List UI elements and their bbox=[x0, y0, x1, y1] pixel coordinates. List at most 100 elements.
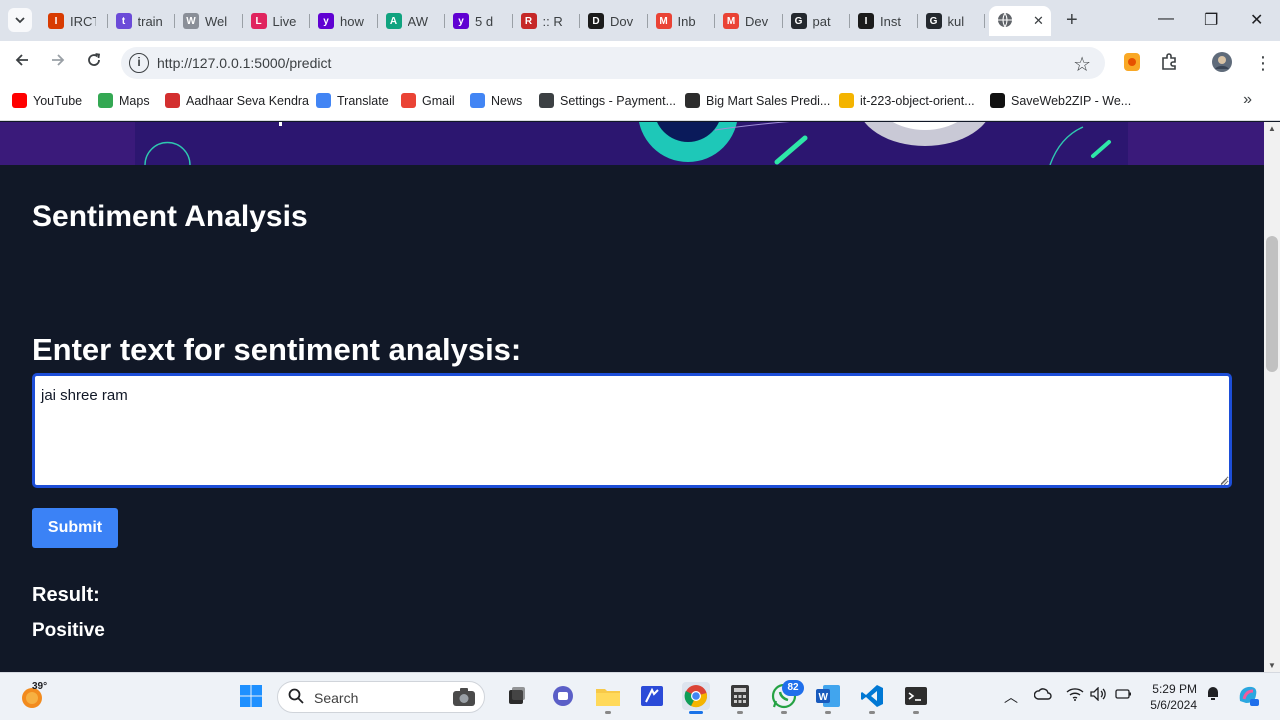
translate-icon bbox=[316, 93, 331, 108]
onedrive-icon[interactable] bbox=[1033, 687, 1052, 704]
file-explorer-button[interactable] bbox=[594, 682, 622, 714]
tab-2[interactable]: W Wel bbox=[175, 6, 243, 36]
bookmark-label: Maps bbox=[119, 93, 150, 108]
tray-overflow-icon[interactable]: ︿ bbox=[1004, 687, 1018, 707]
chrome-button[interactable] bbox=[682, 682, 710, 714]
drive-icon bbox=[839, 93, 854, 108]
yahoo-icon: y bbox=[318, 13, 334, 29]
vscode-button[interactable] bbox=[858, 682, 886, 714]
teams-chat-button[interactable] bbox=[549, 682, 577, 710]
submit-button[interactable]: Submit bbox=[32, 508, 118, 548]
url-text[interactable]: http://127.0.0.1:5000/predict bbox=[157, 55, 331, 71]
bookmark-label: SaveWeb2ZIP - We... bbox=[1011, 93, 1132, 108]
tab-search-button[interactable] bbox=[8, 8, 32, 32]
chat-icon bbox=[553, 686, 573, 706]
clock[interactable]: 5:29 PM 5/6/2024 bbox=[1150, 681, 1197, 713]
resize-handle-icon[interactable] bbox=[1218, 476, 1228, 486]
copilot-icon[interactable] bbox=[1236, 683, 1260, 710]
rocket-icon bbox=[990, 93, 1005, 108]
bookmark-label: it-223-object-orient... bbox=[860, 93, 975, 108]
restore-button[interactable]: ❐ bbox=[1204, 10, 1218, 30]
tab-active[interactable]: ✕ bbox=[989, 6, 1051, 36]
bookmark-7[interactable]: Big Mart Sales Predi... bbox=[685, 93, 830, 108]
bookmark-label: Translate bbox=[337, 93, 389, 108]
gmail-icon: M bbox=[723, 13, 739, 29]
task-view-icon bbox=[509, 687, 525, 704]
tab-7[interactable]: R:: R bbox=[513, 6, 581, 36]
back-arrow-icon bbox=[15, 54, 28, 66]
bookmark-1[interactable]: Maps bbox=[98, 93, 150, 108]
profile-avatar[interactable] bbox=[1211, 51, 1233, 78]
page-scrollbar[interactable]: ▲ ▼ bbox=[1264, 122, 1280, 672]
battery-icon[interactable] bbox=[1114, 687, 1132, 704]
github-icon: G bbox=[790, 13, 807, 29]
tab-list: IIRCTttrainWWelLLiveyhow A AW y5 dR:: RDDov… bbox=[40, 6, 1051, 36]
bookmarks-overflow-icon[interactable]: » bbox=[1243, 91, 1252, 109]
word-icon: W bbox=[816, 685, 840, 707]
extensions-puzzle-icon[interactable] bbox=[1160, 53, 1178, 76]
tab-1[interactable]: t train bbox=[108, 6, 176, 36]
tab-10[interactable]: M Dev bbox=[715, 6, 783, 36]
extension-icon[interactable] bbox=[1122, 51, 1142, 78]
bookmark-9[interactable]: SaveWeb2ZIP - We... bbox=[990, 93, 1131, 108]
r-icon: R bbox=[520, 13, 537, 29]
input-label: Enter text for sentiment analysis: bbox=[32, 332, 522, 367]
bookmark-8[interactable]: it-223-object-orient... bbox=[839, 93, 975, 108]
tab-6[interactable]: y 5 d bbox=[445, 6, 513, 36]
tab-12[interactable]: I Inst bbox=[850, 6, 918, 36]
bookmark-4[interactable]: Gmail bbox=[401, 93, 455, 108]
tab-title: Dev bbox=[745, 13, 769, 29]
notification-icon[interactable] bbox=[1205, 685, 1221, 704]
close-window-button[interactable]: ✕ bbox=[1250, 10, 1263, 30]
start-button[interactable] bbox=[237, 682, 265, 710]
back-button[interactable] bbox=[11, 52, 33, 73]
bookmark-label: Settings - Payment... bbox=[560, 93, 677, 108]
tab-title: AW bbox=[407, 13, 428, 29]
live-icon: L bbox=[250, 13, 267, 29]
bookmark-6[interactable]: Settings - Payment... bbox=[539, 93, 676, 108]
menu-kebab-icon[interactable]: ⋮ bbox=[1254, 53, 1272, 74]
calculator-button[interactable] bbox=[726, 682, 754, 714]
terminal-icon bbox=[905, 687, 927, 705]
bookmark-0[interactable]: YouTube bbox=[12, 93, 82, 108]
tab-0[interactable]: I IRCT bbox=[40, 6, 108, 36]
tab-13[interactable]: Gkul bbox=[918, 6, 986, 36]
scroll-thumb[interactable] bbox=[1266, 236, 1278, 372]
tab-title: IRCT bbox=[70, 13, 96, 29]
bookmark-5[interactable]: News bbox=[470, 93, 522, 108]
calculator-icon bbox=[731, 685, 749, 707]
bookmark-star-icon[interactable]: ☆ bbox=[1073, 52, 1091, 77]
wifi-icon[interactable] bbox=[1066, 687, 1084, 704]
scroll-up-icon[interactable]: ▲ bbox=[1268, 124, 1276, 133]
yahoo-icon: y bbox=[453, 13, 469, 29]
forward-button[interactable] bbox=[47, 52, 69, 73]
svg-text:W: W bbox=[819, 692, 829, 703]
tab-5[interactable]: A AW bbox=[378, 6, 446, 36]
address-bar[interactable]: i http://127.0.0.1:5000/predict ☆ bbox=[121, 47, 1105, 79]
bookmark-2[interactable]: Aadhaar Seva Kendra bbox=[165, 93, 309, 108]
site-info-icon[interactable]: i bbox=[129, 53, 149, 73]
sentiment-text-input[interactable]: jai shree ram bbox=[32, 373, 1232, 488]
reload-icon bbox=[88, 53, 101, 66]
tab-11[interactable]: Gpat bbox=[783, 6, 851, 36]
bookmark-label: YouTube bbox=[33, 93, 83, 108]
tab-3[interactable]: L Live bbox=[243, 6, 311, 36]
bookmark-3[interactable]: Translate bbox=[316, 93, 389, 108]
minimize-button[interactable]: — bbox=[1158, 10, 1174, 28]
volume-icon[interactable] bbox=[1090, 686, 1108, 704]
tab-4[interactable]: y how bbox=[310, 6, 378, 36]
reload-button[interactable] bbox=[83, 52, 105, 73]
taskbar-search[interactable]: Search bbox=[277, 681, 485, 713]
hero-decoration-icon bbox=[144, 122, 1111, 165]
app-button-generic[interactable] bbox=[638, 682, 666, 710]
new-tab-button[interactable]: + bbox=[1066, 10, 1078, 30]
terminal-button[interactable] bbox=[902, 682, 930, 714]
tab-close-icon[interactable]: ✕ bbox=[1033, 13, 1044, 29]
scroll-down-icon[interactable]: ▼ bbox=[1268, 661, 1276, 670]
tab-8[interactable]: D Dov bbox=[580, 6, 648, 36]
word-button[interactable]: W bbox=[814, 682, 842, 714]
tab-9[interactable]: M Inb bbox=[648, 6, 716, 36]
train-icon: t bbox=[115, 13, 132, 29]
task-view-button[interactable] bbox=[503, 682, 531, 710]
chatgpt-icon: A bbox=[385, 13, 402, 29]
